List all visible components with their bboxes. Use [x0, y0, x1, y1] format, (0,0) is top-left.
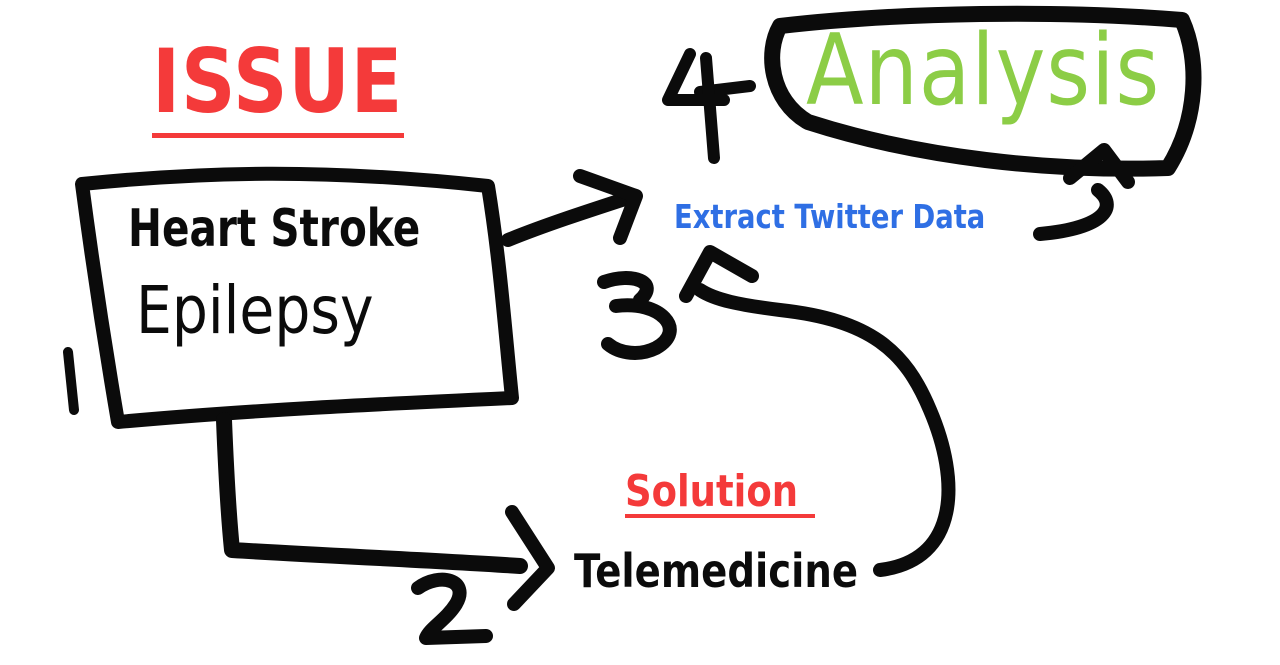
solution-underline — [625, 514, 815, 518]
arrow-solution-to-extract — [693, 283, 956, 577]
step-extract-twitter-data: Extract Twitter Data — [674, 197, 986, 236]
step-number-3 — [597, 271, 677, 360]
issue-underline — [152, 133, 404, 138]
arrow-head-return — [679, 245, 759, 303]
step-number-4 — [662, 48, 730, 164]
solution-item-telemedicine: Telemedicine — [574, 544, 859, 598]
arrow-issue-to-solution — [216, 412, 528, 574]
step-analysis: Analysis — [806, 14, 1161, 128]
arrow-issue-to-extract — [501, 191, 635, 247]
issue-item-epilepsy: Epilepsy — [136, 272, 374, 349]
flow-diagram: ISSUE Heart Stroke Epilepsy Extract Twit… — [0, 0, 1280, 665]
box-tick — [63, 347, 79, 415]
step-number-2 — [411, 572, 493, 645]
solution-title: Solution — [625, 466, 799, 517]
issue-item-heart-stroke: Heart Stroke — [128, 199, 421, 259]
analysis-connector — [1033, 183, 1114, 241]
issue-title: ISSUE — [152, 30, 404, 133]
